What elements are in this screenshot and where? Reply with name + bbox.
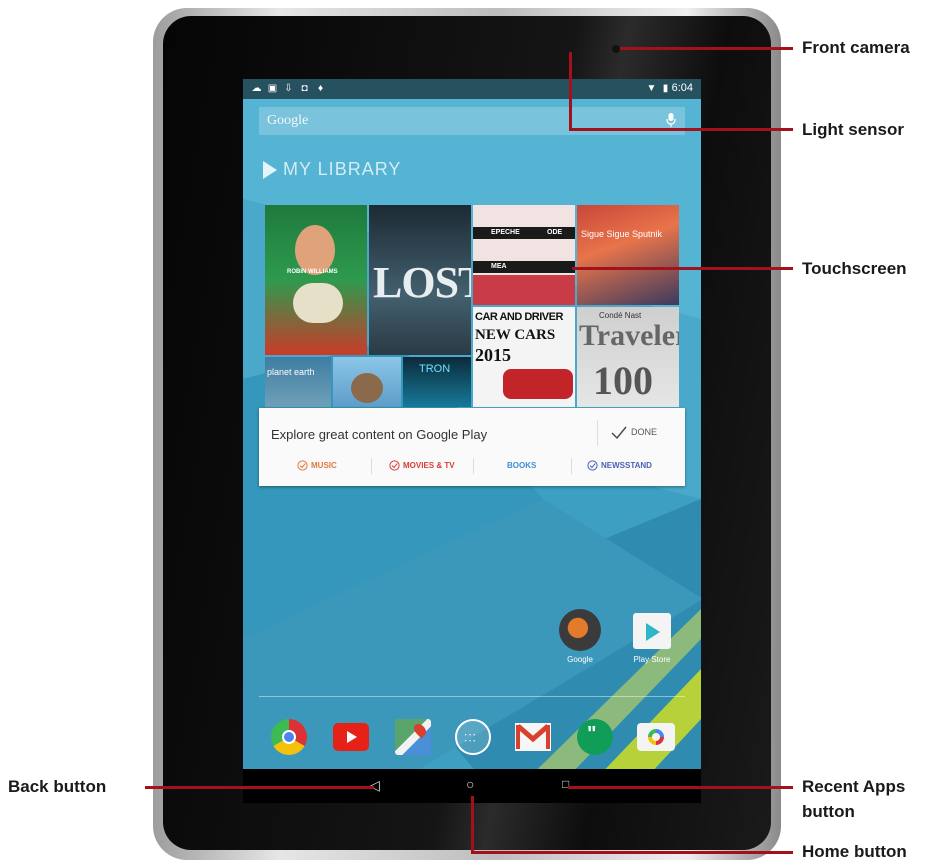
library-tile-car-and-driver[interactable]: CAR AND DRIVER NEW CARS 2015 xyxy=(473,307,575,407)
library-tile-traveler[interactable]: Condé Nast Traveler 100 xyxy=(577,307,679,407)
card-text: Explore great content on Google Play xyxy=(271,427,488,442)
callout-line-light-sensor-h xyxy=(569,128,793,131)
label-recent-apps-2: button xyxy=(802,802,855,821)
label-front-camera: Front camera xyxy=(802,38,910,57)
play-store-icon[interactable] xyxy=(633,613,671,649)
tile-label: NEW CARS xyxy=(475,327,556,343)
bag-icon: ◘ xyxy=(301,83,308,94)
tile-label: ROBIN WILLIAMS xyxy=(287,269,338,275)
label-home-button: Home button xyxy=(802,842,907,861)
hangouts-icon[interactable]: " xyxy=(577,719,613,755)
library-title[interactable]: MY LIBRARY xyxy=(283,159,401,180)
callout-line-home-h xyxy=(471,851,793,854)
tile-label: EPECHE xyxy=(491,229,520,236)
camera-icon[interactable] xyxy=(637,723,675,751)
checkmark-icon xyxy=(611,426,627,440)
tile-label: LOST xyxy=(373,258,471,307)
tile-label: planet earth xyxy=(267,367,315,377)
category-label: NEWSSTAND xyxy=(601,461,652,470)
label-touchscreen: Touchscreen xyxy=(802,259,907,278)
category-label: MUSIC xyxy=(311,461,337,470)
divider xyxy=(371,458,372,474)
library-tile-ice-age[interactable] xyxy=(333,357,401,407)
battery-icon: ▮ xyxy=(662,83,669,94)
clock: 6:04 xyxy=(671,82,693,94)
google-app-icon[interactable] xyxy=(559,609,601,651)
label-back-button: Back button xyxy=(8,777,107,796)
wifi-icon: ▼ xyxy=(646,83,657,94)
youtube-icon[interactable] xyxy=(333,723,369,751)
chrome-icon[interactable] xyxy=(271,719,307,755)
library-tile-tron[interactable]: TRON xyxy=(403,357,471,407)
done-button[interactable]: DONE xyxy=(631,427,657,437)
app-label: Google xyxy=(567,655,593,664)
play-icon xyxy=(263,161,277,179)
category-label: MOVIES & TV xyxy=(403,461,455,470)
tile-label: TRON xyxy=(419,363,451,375)
callout-line-front-camera xyxy=(620,47,793,50)
category-label: BOOKS xyxy=(507,461,537,470)
front-camera-lens xyxy=(612,45,620,53)
library-tile-movie-robin[interactable]: ROBIN WILLIAMS xyxy=(265,205,367,355)
touchscreen[interactable]: ☁ ▣ ⇩ ◘ ♦ ▼ ▮ 6:04 Google MY LIBRARY ROB… xyxy=(243,79,701,803)
tile-label: Sigue Sigue Sputnik xyxy=(581,229,663,239)
check-circle-icon xyxy=(389,460,400,471)
divider xyxy=(473,458,474,474)
library-tile-sigue[interactable]: Sigue Sigue Sputnik xyxy=(577,205,679,305)
library-tile-planet-earth[interactable]: planet earth xyxy=(265,357,331,407)
callout-line-recent-apps xyxy=(568,786,793,789)
library-tile-depeche-mode[interactable]: EPECHE ODE MEA xyxy=(473,205,575,305)
check-circle-icon xyxy=(587,460,598,471)
tile-label: 2015 xyxy=(475,345,511,365)
callout-line-light-sensor-v xyxy=(569,52,572,131)
callout-line-back xyxy=(145,786,374,789)
divider xyxy=(571,458,572,474)
tile-label: MEA xyxy=(491,263,507,270)
home-icon[interactable]: ○ xyxy=(466,776,474,792)
label-recent-apps-1: Recent Apps xyxy=(802,777,906,796)
google-play-card: Explore great content on Google Play DON… xyxy=(259,408,685,486)
tile-label: ODE xyxy=(547,229,563,236)
callout-line-touchscreen xyxy=(572,267,793,270)
callout-line-home-v xyxy=(471,796,474,854)
download-icon: ⇩ xyxy=(284,83,293,94)
maps-icon[interactable] xyxy=(395,719,431,755)
cloud-icon: ☁ xyxy=(251,83,262,94)
divider xyxy=(597,420,598,446)
search-label: Google xyxy=(267,113,309,128)
library-tile-lost[interactable]: LOST xyxy=(369,205,471,355)
label-light-sensor: Light sensor xyxy=(802,120,905,139)
mic-status-icon: ♦ xyxy=(317,83,324,94)
mic-icon[interactable] xyxy=(665,112,677,128)
app-drawer-icon[interactable]: ∙∙∙ ∙∙∙ xyxy=(455,719,491,755)
tile-label: 100 xyxy=(593,358,653,403)
image-icon: ▣ xyxy=(267,83,278,94)
gmail-icon[interactable] xyxy=(515,723,551,751)
status-bar: ☁ ▣ ⇩ ◘ ♦ ▼ ▮ 6:04 xyxy=(243,79,701,99)
dock-divider xyxy=(259,696,685,697)
tile-label: Traveler xyxy=(579,319,679,352)
app-label: Play Store xyxy=(633,655,671,664)
tile-label: CAR AND DRIVER xyxy=(475,311,563,323)
check-circle-icon xyxy=(297,460,308,471)
